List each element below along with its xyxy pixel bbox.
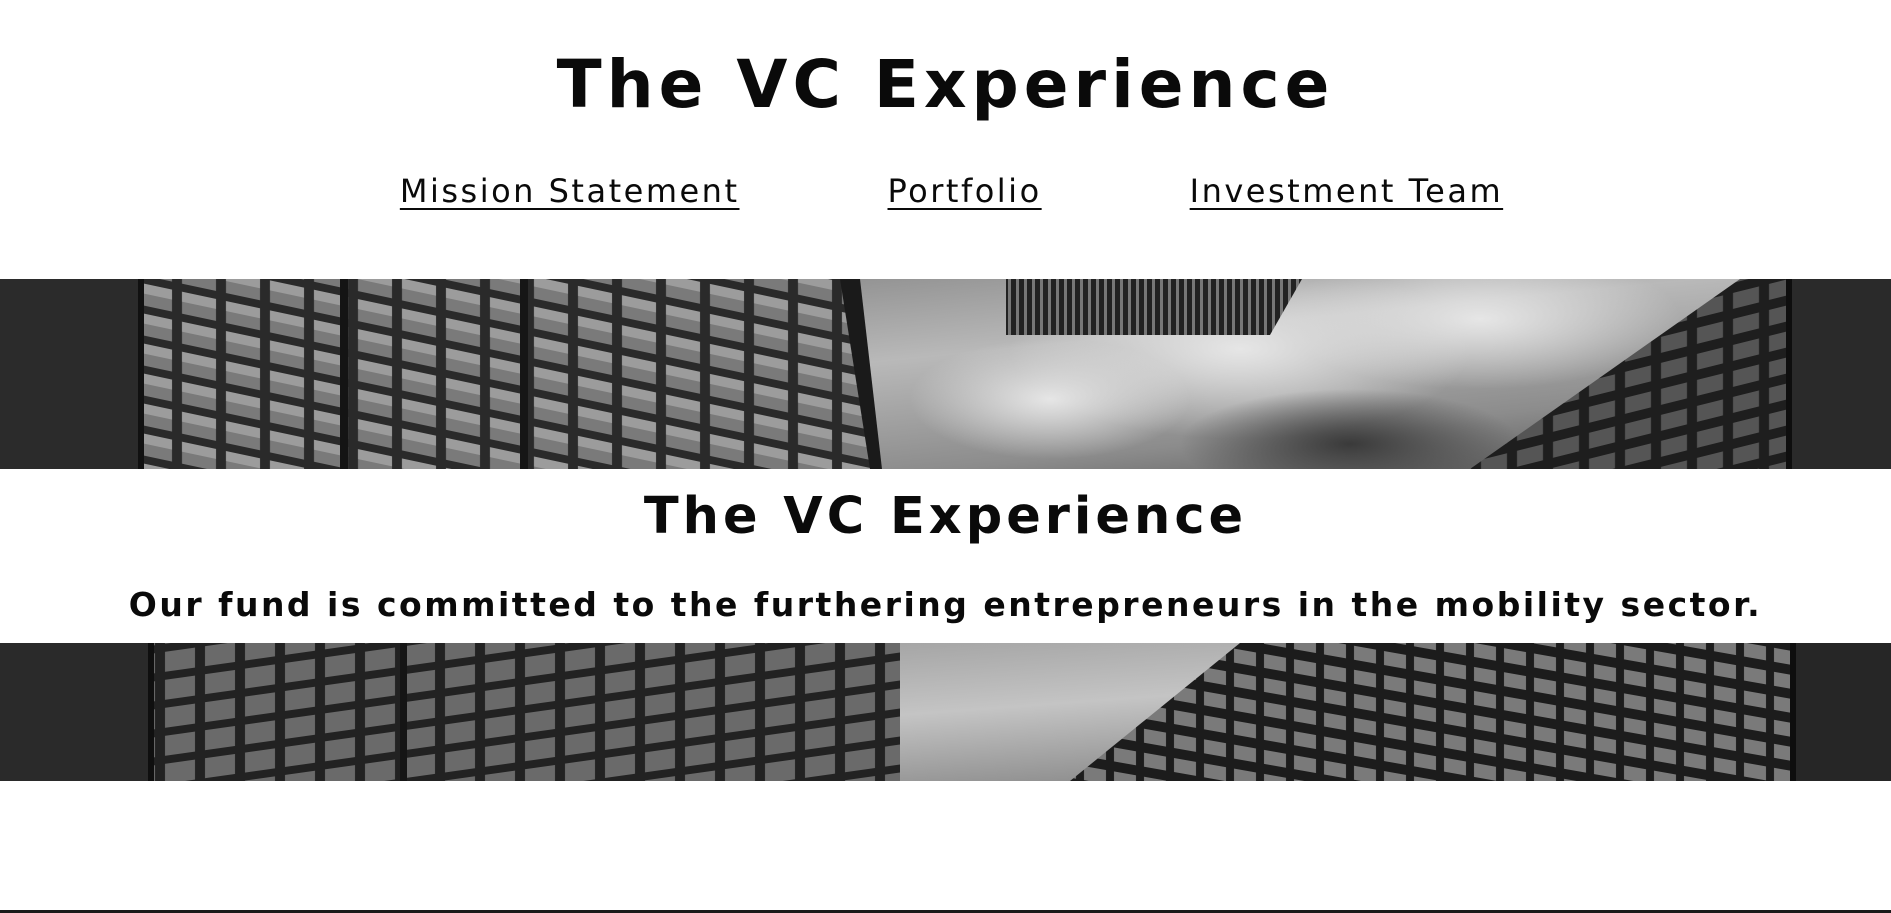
nav-link-mission-statement[interactable]: Mission Statement: [400, 172, 740, 210]
hero-subtitle: Our fund is committed to the furthering …: [128, 585, 1763, 624]
hero-text-panel: The VC Experience Our fund is committed …: [0, 469, 1891, 643]
hero-title: The VC Experience: [643, 487, 1248, 546]
page: The VC Experience Mission Statement Port…: [0, 0, 1891, 913]
site-title: The VC Experience: [556, 46, 1335, 123]
hero-image-top: [0, 279, 1891, 469]
nav-link-portfolio[interactable]: Portfolio: [888, 172, 1042, 210]
nav-link-investment-team[interactable]: Investment Team: [1190, 172, 1504, 210]
main-nav: Mission Statement Portfolio Investment T…: [0, 168, 1891, 214]
hero-image-bottom: [0, 643, 1891, 781]
